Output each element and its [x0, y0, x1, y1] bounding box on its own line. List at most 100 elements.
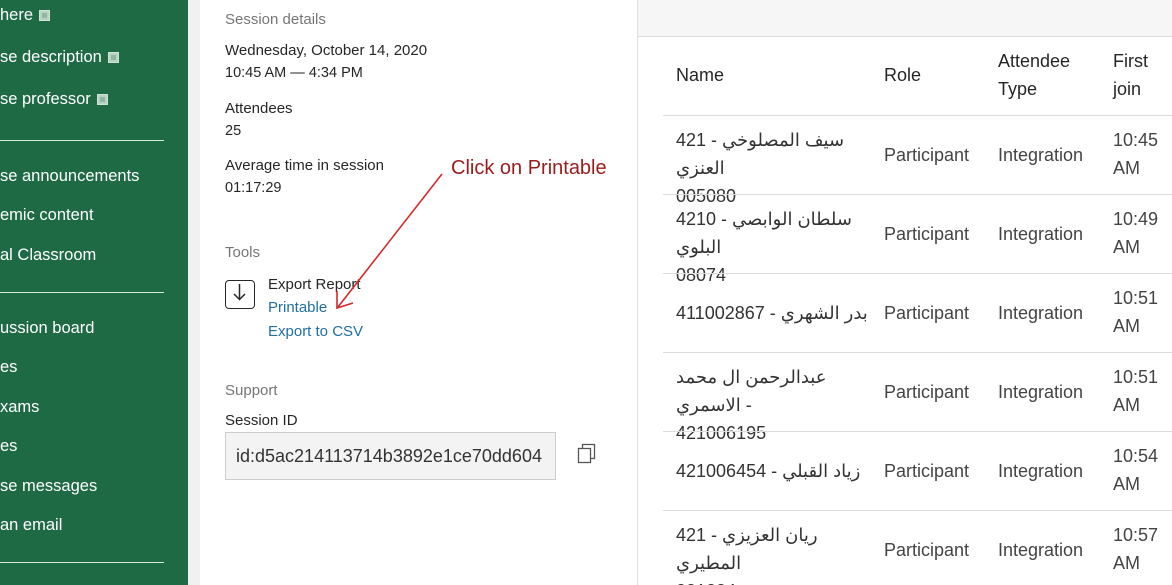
attendee-type: Integration [998, 461, 1084, 481]
attendee-type: Integration [998, 382, 1084, 402]
first-join-time: 10:45 AM [1113, 126, 1158, 182]
attendees-panel: Name Role Attendee Type First join 421 -… [637, 0, 1172, 585]
column-header-name[interactable]: Name [676, 61, 724, 89]
attendees-label: Attendees [225, 100, 293, 117]
sidebar-item-course-messages[interactable]: se messages [0, 477, 97, 496]
time-line: AM [1113, 553, 1140, 573]
table-row: 421006454 - زياد القبلي Participant Inte… [663, 431, 1172, 510]
time-line: 10:45 [1113, 130, 1159, 150]
attendee-type: Integration [998, 145, 1084, 165]
table-row: 4210 - سلطان الوابصي البلوي 08074 Partic… [663, 194, 1172, 285]
session-date: Wednesday, October 14, 2020 [225, 42, 428, 59]
attendee-role: Participant [884, 461, 970, 481]
support-heading: Support [225, 382, 278, 399]
time-line: AM [1113, 395, 1140, 415]
time-line: 10:49 [1113, 209, 1159, 229]
time-line: AM [1113, 237, 1140, 257]
sidebar-item-start-here[interactable]: here [0, 6, 51, 25]
attendee-role: Participant [884, 145, 970, 165]
attendee-type: Integration [998, 540, 1084, 560]
copy-icon[interactable] [576, 442, 598, 466]
name-line: 421006454 - زياد القبلي [676, 461, 861, 481]
sidebar-item-label: se professor [0, 90, 91, 108]
attendee-name: 411002867 - بدر الشهري [676, 299, 876, 327]
external-link-icon [39, 10, 51, 21]
attendee-name: 421006454 - زياد القبلي [676, 457, 876, 485]
sidebar-item-course-description[interactable]: se description [0, 48, 119, 67]
printable-link[interactable]: Printable [268, 299, 327, 316]
first-join-time: 10:54 AM [1113, 442, 1158, 498]
sidebar-divider [0, 562, 164, 563]
name-line: عبدالرحمن ال محمد الاسمري - [676, 367, 827, 415]
annotation-text: Click on Printable [451, 157, 607, 179]
panel-toolbar [638, 0, 1172, 37]
table-row: عبدالرحمن ال محمد الاسمري - 421006195 Pa… [663, 352, 1172, 443]
first-join-time: 10:51 AM [1113, 363, 1158, 419]
sidebar-item-academic-content[interactable]: emic content [0, 206, 94, 225]
sidebar-item-label: ussion board [0, 319, 95, 337]
table-row: 411002867 - بدر الشهري Participant Integ… [663, 273, 1172, 352]
session-id-field[interactable]: id:d5ac214113714b3892e1ce70dd604 [225, 432, 556, 480]
sidebar-item-course-professor[interactable]: se professor [0, 90, 108, 109]
download-icon [225, 280, 255, 309]
column-header-attendee-type[interactable]: Attendee Type [998, 47, 1070, 103]
attendee-name: 421 - ريان العزيزي المطيري 001234 [676, 521, 876, 585]
panel-gutter [188, 0, 200, 585]
first-join-time: 10:57 AM [1113, 521, 1158, 577]
tools-heading: Tools [225, 244, 261, 261]
sidebar-item-label: an email [0, 516, 63, 534]
header-line: join [1113, 79, 1142, 99]
name-line: 001234 [676, 577, 876, 585]
name-line: 421 - سيف المصلوخي العنزي [676, 130, 845, 178]
sidebar-divider [0, 292, 164, 293]
name-line: 421 - ريان العزيزي المطيري [676, 525, 818, 573]
sidebar-item-label: se messages [0, 477, 98, 495]
sidebar-item-label: es [0, 437, 18, 455]
sidebar-item-label: xams [0, 398, 40, 416]
time-line: 10:57 [1113, 525, 1159, 545]
time-line: AM [1113, 316, 1140, 336]
header-line: First [1113, 51, 1148, 71]
course-sidebar: here se description se professor se anno… [0, 0, 188, 585]
attendee-role: Participant [884, 382, 970, 402]
table-row: 421 - ريان العزيزي المطيري 001234 Partic… [663, 510, 1172, 585]
header-line: Attendee [998, 51, 1071, 71]
sidebar-item-label: al Classroom [0, 246, 97, 264]
session-time-range: 10:45 AM — 4:34 PM [225, 65, 363, 81]
attendees-count: 25 [225, 123, 242, 139]
time-line: 10:51 [1113, 288, 1159, 308]
sidebar-item-label: emic content [0, 206, 94, 224]
sidebar-item-exams[interactable]: xams [0, 398, 39, 417]
column-header-role[interactable]: Role [884, 61, 921, 89]
table-row: 421 - سيف المصلوخي العنزي 005080 Partici… [663, 115, 1172, 206]
first-join-time: 10:51 AM [1113, 284, 1158, 340]
session-details-heading: Session details [225, 11, 326, 28]
time-line: 10:54 [1113, 446, 1159, 466]
sidebar-item-label: here [0, 6, 34, 24]
session-id-label: Session ID [225, 412, 298, 429]
column-header-first-join[interactable]: First join [1113, 47, 1148, 103]
export-csv-link[interactable]: Export to CSV [268, 323, 363, 340]
attendee-role: Participant [884, 540, 970, 560]
session-details-panel: Session details Wednesday, October 14, 2… [200, 0, 637, 585]
name-line: 411002867 - بدر الشهري [676, 303, 868, 323]
sidebar-item-grades[interactable]: es [0, 437, 17, 456]
sidebar-item-quizzes[interactable]: es [0, 358, 17, 377]
first-join-time: 10:49 AM [1113, 205, 1158, 261]
attendee-role: Participant [884, 303, 970, 323]
sidebar-item-course-announcements[interactable]: se announcements [0, 167, 139, 186]
time-line: 10:51 [1113, 367, 1159, 387]
header-line: Type [998, 79, 1038, 99]
avg-time-label: Average time in session [225, 157, 384, 174]
external-link-icon [107, 52, 119, 63]
sidebar-item-label: se announcements [0, 167, 140, 185]
export-report-title: Export Report [268, 276, 361, 293]
attendee-type: Integration [998, 224, 1084, 244]
sidebar-item-discussion-board[interactable]: ussion board [0, 319, 94, 338]
time-line: AM [1113, 158, 1140, 178]
attendee-role: Participant [884, 224, 970, 244]
avg-time-value: 01:17:29 [225, 180, 282, 196]
sidebar-item-virtual-classroom[interactable]: al Classroom [0, 246, 96, 265]
attendee-type: Integration [998, 303, 1084, 323]
sidebar-item-send-email[interactable]: an email [0, 516, 62, 535]
